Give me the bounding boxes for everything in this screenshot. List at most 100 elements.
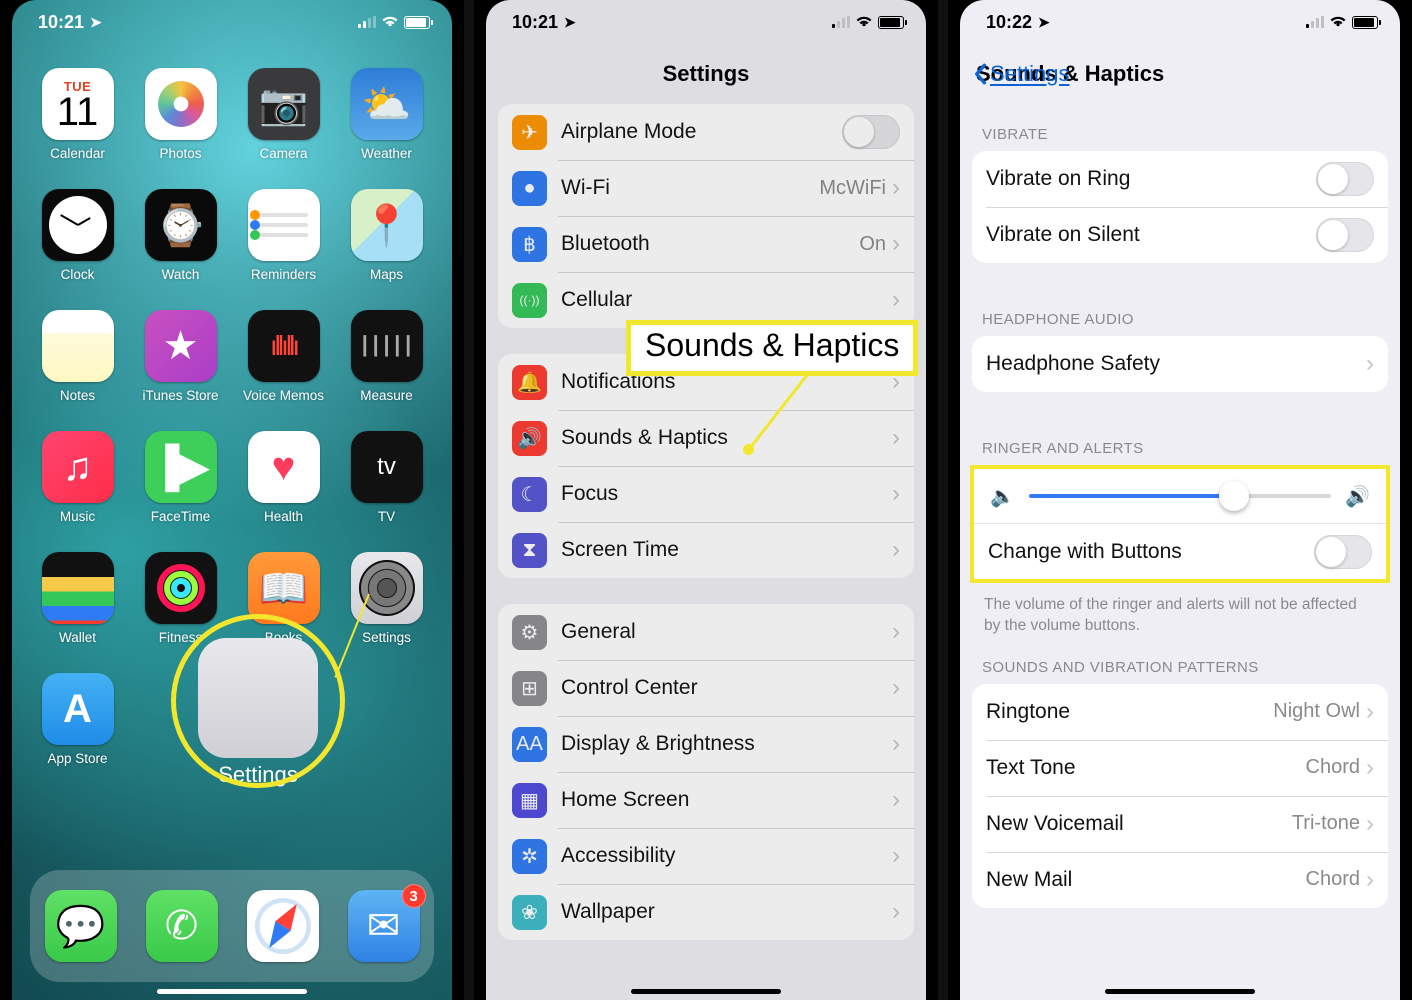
status-time: 10:22 bbox=[986, 12, 1032, 33]
cell-title: Bluetooth bbox=[561, 232, 859, 256]
chevron-right-icon: › bbox=[892, 898, 900, 926]
app-measure[interactable]: ┃┃┃┃┃ Measure bbox=[339, 310, 434, 403]
back-button[interactable]: Settings bbox=[972, 61, 1070, 87]
patterns-group: RingtoneNight Owl›Text ToneChord›New Voi… bbox=[972, 684, 1388, 908]
settings-row[interactable]: New VoicemailTri-tone› bbox=[972, 796, 1388, 852]
settings-row[interactable]: ✈Airplane Mode bbox=[498, 104, 914, 160]
photos-icon bbox=[158, 81, 204, 127]
app-calendar[interactable]: TUE11 Calendar bbox=[30, 68, 125, 161]
settings-row[interactable]: ⧗Screen Time› bbox=[498, 522, 914, 578]
settings-row[interactable]: ☾Focus› bbox=[498, 466, 914, 522]
chevron-right-icon: › bbox=[892, 536, 900, 564]
chevron-right-icon: › bbox=[1366, 866, 1374, 894]
chevron-right-icon: › bbox=[892, 230, 900, 258]
cell-title: Cellular bbox=[561, 288, 892, 312]
app-reminders[interactable]: Reminders bbox=[236, 189, 331, 282]
app-label: Calendar bbox=[50, 146, 105, 161]
settings-row[interactable]: ฿BluetoothOn› bbox=[498, 216, 914, 272]
compass-icon bbox=[255, 898, 311, 954]
cell-title: Text Tone bbox=[986, 756, 1306, 780]
headphone-group: Headphone Safety› bbox=[972, 336, 1388, 392]
row-icon: ❀ bbox=[512, 895, 547, 930]
home-indicator[interactable] bbox=[1105, 989, 1255, 994]
app-label: Settings bbox=[362, 630, 411, 645]
app-facetime[interactable]: ▐▶ FaceTime bbox=[133, 431, 228, 524]
battery-icon bbox=[878, 16, 904, 29]
settings-row[interactable]: Vibrate on Ring bbox=[972, 151, 1388, 207]
maps-icon: 📍 bbox=[351, 189, 423, 261]
toggle-off[interactable] bbox=[1314, 535, 1372, 569]
toggle-off[interactable] bbox=[1316, 218, 1374, 252]
cell-title: Vibrate on Ring bbox=[986, 167, 1316, 191]
settings-row[interactable]: ●Wi-FiMcWiFi› bbox=[498, 160, 914, 216]
change-with-buttons-row[interactable]: Change with Buttons bbox=[974, 523, 1386, 579]
dock-phone[interactable]: ✆Phone bbox=[146, 890, 218, 962]
app-tv[interactable]: tv TV bbox=[339, 431, 434, 524]
row-icon: ✲ bbox=[512, 839, 547, 874]
app-camera[interactable]: 📷 Camera bbox=[236, 68, 331, 161]
ringer-footer-note: The volume of the ringer and alerts will… bbox=[960, 589, 1400, 637]
chevron-right-icon: › bbox=[892, 174, 900, 202]
star-icon: ★ bbox=[145, 310, 217, 382]
row-icon: 🔔 bbox=[512, 365, 547, 400]
settings-row[interactable]: Text ToneChord› bbox=[972, 740, 1388, 796]
app-label: iTunes Store bbox=[142, 388, 218, 403]
app-maps[interactable]: 📍 Maps bbox=[339, 189, 434, 282]
app-watch[interactable]: ⌚ Watch bbox=[133, 189, 228, 282]
settings-row[interactable]: ⊞Control Center› bbox=[498, 660, 914, 716]
app-music[interactable]: ♫ Music bbox=[30, 431, 125, 524]
app-notes[interactable]: Notes bbox=[30, 310, 125, 403]
settings-row[interactable]: New MailChord› bbox=[972, 852, 1388, 908]
app-label: Photos bbox=[159, 146, 201, 161]
row-icon: ● bbox=[512, 171, 547, 206]
app-fitness[interactable]: Fitness bbox=[133, 552, 228, 645]
wifi-icon bbox=[855, 13, 873, 32]
app-itunes-store[interactable]: ★ iTunes Store bbox=[133, 310, 228, 403]
settings-row[interactable]: Headphone Safety› bbox=[972, 336, 1388, 392]
settings-row[interactable]: 🔊Sounds & Haptics› bbox=[498, 410, 914, 466]
chevron-right-icon: › bbox=[892, 674, 900, 702]
chevron-right-icon: › bbox=[892, 424, 900, 452]
app-label: App Store bbox=[47, 751, 107, 766]
settings-row[interactable]: ❀ Wallpaper› bbox=[498, 884, 914, 940]
app-label: Measure bbox=[360, 388, 413, 403]
row-icon: 🔊 bbox=[512, 421, 547, 456]
apple-tv-icon: tv bbox=[351, 431, 423, 503]
cellular-signal-icon bbox=[1306, 16, 1324, 28]
toggle-off[interactable] bbox=[842, 115, 900, 149]
dock-messages[interactable]: 💬Messages bbox=[45, 890, 117, 962]
dock-safari[interactable]: Safari bbox=[247, 890, 319, 962]
settings-row[interactable]: RingtoneNight Owl› bbox=[972, 684, 1388, 740]
heart-icon: ♥ bbox=[248, 431, 320, 503]
ringer-volume-slider[interactable] bbox=[1029, 481, 1331, 511]
app-books[interactable]: 📖 Books bbox=[236, 552, 331, 645]
settings-row[interactable]: Vibrate on Silent bbox=[972, 207, 1388, 263]
section-ringer-header: RINGER AND ALERTS bbox=[960, 418, 1400, 465]
app-health[interactable]: ♥ Health bbox=[236, 431, 331, 524]
camera-icon: 📷 bbox=[248, 68, 320, 140]
page-title: Settings bbox=[663, 61, 750, 87]
app-appstore[interactable]: A App Store bbox=[30, 673, 125, 766]
status-bar: 10:22 ➤ bbox=[960, 0, 1400, 44]
ringer-alerts-group: 🔈 🔊 Change with Buttons bbox=[970, 465, 1390, 583]
vibrate-group: Vibrate on Ring Vibrate on Silent bbox=[972, 151, 1388, 263]
dock-mail[interactable]: ✉3Mail bbox=[348, 890, 420, 962]
home-indicator[interactable] bbox=[157, 989, 307, 994]
app-clock[interactable]: Clock bbox=[30, 189, 125, 282]
waveform-icon: ıllıllı bbox=[248, 310, 320, 382]
settings-row[interactable]: ⚙General› bbox=[498, 604, 914, 660]
settings-row[interactable]: ▦Home Screen› bbox=[498, 772, 914, 828]
app-wallet[interactable]: Wallet bbox=[30, 552, 125, 645]
settings-row[interactable]: AADisplay & Brightness› bbox=[498, 716, 914, 772]
settings-row[interactable]: ✲Accessibility› bbox=[498, 828, 914, 884]
toggle-off[interactable] bbox=[1316, 162, 1374, 196]
cell-title: Wallpaper bbox=[561, 900, 892, 924]
home-indicator[interactable] bbox=[631, 989, 781, 994]
chevron-right-icon: › bbox=[1366, 810, 1374, 838]
cell-title: Headphone Safety bbox=[986, 352, 1366, 376]
cell-value: On bbox=[859, 233, 886, 256]
app-weather[interactable]: ⛅ Weather bbox=[339, 68, 434, 161]
settings-group-connectivity: ✈Airplane Mode●Wi-FiMcWiFi›฿BluetoothOn›… bbox=[498, 104, 914, 328]
app-photos[interactable]: Photos bbox=[133, 68, 228, 161]
app-voice-memos[interactable]: ıllıllı Voice Memos bbox=[236, 310, 331, 403]
